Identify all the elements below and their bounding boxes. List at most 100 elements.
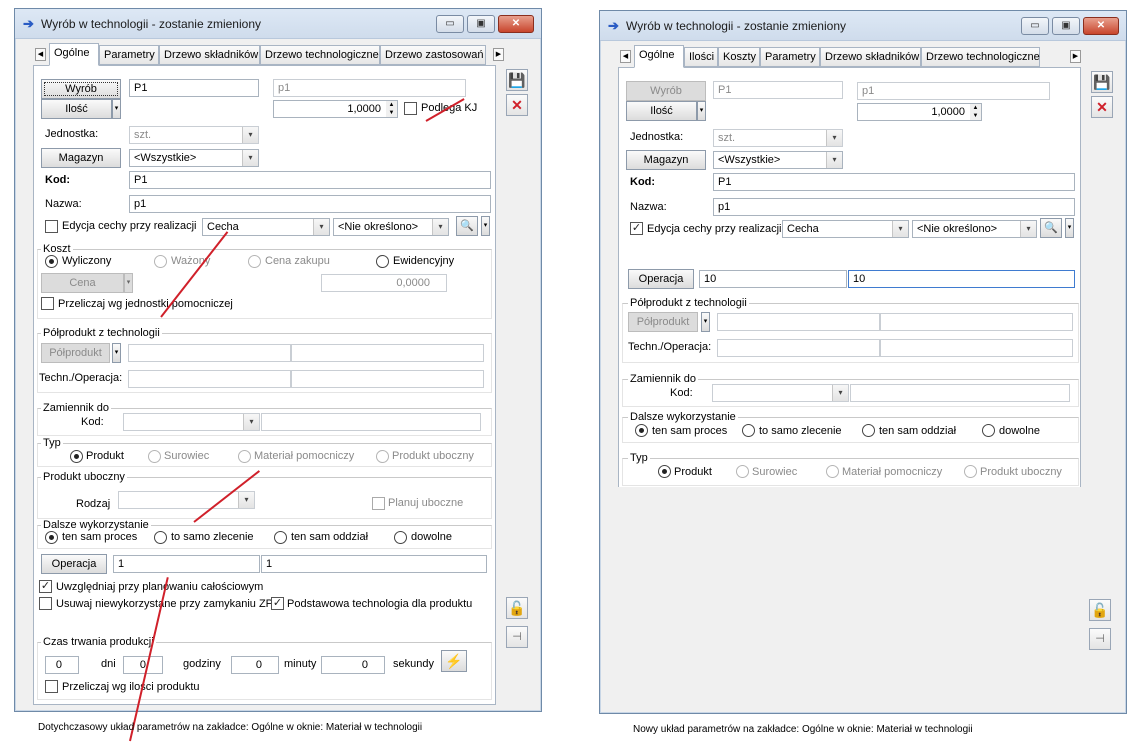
podstawowa-checkbox[interactable]: ✓ xyxy=(271,597,284,610)
magnifier-icon[interactable]: 🔍 xyxy=(456,216,478,236)
tab-ogolne[interactable]: Ogólne xyxy=(49,43,99,66)
radio-dowolne[interactable] xyxy=(394,531,407,544)
tab-scroll-left-icon[interactable]: ◀ xyxy=(620,50,631,63)
nie-okreslono-select[interactable]: <Nie określono> ▾ xyxy=(912,220,1037,238)
minimize-icon[interactable]: ▭ xyxy=(436,15,464,33)
tab-scroll-right-icon[interactable]: ▶ xyxy=(493,48,504,61)
czas-minuty-field[interactable]: 0 xyxy=(231,656,279,674)
tab-ogolne[interactable]: Ogólne xyxy=(634,45,684,68)
chevron-down-icon[interactable]: ▾ xyxy=(313,219,329,235)
pin-icon[interactable]: ⊣ xyxy=(1089,628,1111,650)
ilosc-value-field[interactable]: 1,0000 xyxy=(273,100,398,118)
tab-parametry[interactable]: Parametry xyxy=(99,45,159,65)
operacja-button[interactable]: Operacja xyxy=(41,554,107,574)
radio-wyliczony[interactable] xyxy=(45,255,58,268)
czas-sekundy-field[interactable]: 0 xyxy=(321,656,385,674)
uwzgledniaj-checkbox[interactable]: ✓ xyxy=(39,580,52,593)
radio-ten-sam-proces[interactable] xyxy=(45,531,58,544)
chevron-down-icon[interactable]: ▾ xyxy=(432,219,448,235)
chevron-down-icon: ▾ xyxy=(242,127,258,143)
magazyn-button[interactable]: Magazyn xyxy=(41,148,121,168)
tab-drzewo-zastosowan[interactable]: Drzewo zastosowań xyxy=(380,45,486,65)
operacja-field-1[interactable]: 10 xyxy=(699,270,847,288)
kod-field[interactable]: P1 xyxy=(713,173,1075,191)
wyrob-code-field[interactable]: P1 xyxy=(129,79,259,97)
tab-drzewo-skladnikow[interactable]: Drzewo składników xyxy=(159,45,260,65)
magazyn-select[interactable]: <Wszystkie> ▾ xyxy=(713,151,843,169)
lock-icon[interactable]: 🔓 xyxy=(506,597,528,619)
ilosc-button[interactable]: Ilość xyxy=(41,99,112,119)
cancel-x-icon[interactable]: ✕ xyxy=(506,94,528,116)
radio-dowolne[interactable] xyxy=(982,424,995,437)
wyrob-button[interactable]: Wyrób xyxy=(41,79,121,99)
radio-produkt[interactable] xyxy=(658,465,671,478)
tab-drzewo-skladnikow[interactable]: Drzewo składników xyxy=(820,47,921,67)
magnifier-split-chevron-down-icon[interactable]: ▾ xyxy=(1065,218,1074,238)
nazwa-field[interactable]: p1 xyxy=(713,198,1075,216)
radio-ewidencyjny[interactable] xyxy=(376,255,389,268)
chevron-down-icon[interactable]: ▾ xyxy=(892,221,908,237)
operacja-field-2[interactable]: 10 xyxy=(848,270,1075,288)
tab-parametry[interactable]: Parametry xyxy=(760,47,820,67)
tab-drzewo-technologiczne[interactable]: Drzewo technologiczne xyxy=(260,45,380,65)
operacja-button[interactable]: Operacja xyxy=(628,269,694,289)
przeliczaj-jednostki-checkbox[interactable] xyxy=(41,297,54,310)
cecha-select[interactable]: Cecha ▾ xyxy=(202,218,330,236)
maximize-icon[interactable]: ▣ xyxy=(467,15,495,33)
kod-label: Kod: xyxy=(630,176,656,188)
tab-drzewo-technologiczne[interactable]: Drzewo technologiczne xyxy=(921,47,1040,67)
czas-godziny-field[interactable]: 0 xyxy=(123,656,163,674)
nazwa-field[interactable]: p1 xyxy=(129,195,491,213)
tab-scroll-left-icon[interactable]: ◀ xyxy=(35,48,46,61)
close-icon[interactable]: ✕ xyxy=(1083,17,1119,35)
spin-icon[interactable]: ▲ ▼ xyxy=(970,104,981,120)
cancel-x-icon[interactable]: ✕ xyxy=(1091,96,1113,118)
minimize-icon[interactable]: ▭ xyxy=(1021,17,1049,35)
czas-godziny-label: godziny xyxy=(183,658,221,670)
radio-ten-sam-proces[interactable] xyxy=(635,424,648,437)
podstawowa-label: Podstawowa technologia dla produktu xyxy=(287,598,473,610)
radio-ten-sam-oddzial[interactable] xyxy=(862,424,875,437)
chevron-down-icon[interactable]: ▾ xyxy=(242,150,258,166)
magnifier-split-chevron-down-icon[interactable]: ▾ xyxy=(481,216,490,236)
radio-to-samo-zlecenie[interactable] xyxy=(742,424,755,437)
magnifier-icon[interactable]: 🔍 xyxy=(1040,218,1062,238)
operacja-field-2[interactable]: 1 xyxy=(261,555,487,573)
maximize-icon[interactable]: ▣ xyxy=(1052,17,1080,35)
save-icon[interactable]: 💾 xyxy=(506,69,528,91)
lightning-icon[interactable]: ⚡ xyxy=(441,650,467,672)
tab-ilosci[interactable]: Ilości xyxy=(684,47,718,67)
close-icon[interactable]: ✕ xyxy=(498,15,534,33)
polprodukt-field-1 xyxy=(717,313,880,331)
chevron-down-icon[interactable]: ▾ xyxy=(826,152,842,168)
kod-field[interactable]: P1 xyxy=(129,171,491,189)
radio-ten-sam-oddzial[interactable] xyxy=(274,531,287,544)
czas-dni-field[interactable]: 0 xyxy=(45,656,79,674)
ilosc-button[interactable]: Ilość xyxy=(626,101,697,121)
ilosc-value-field[interactable]: 1,0000 xyxy=(857,103,982,121)
ilosc-split-chevron-down-icon[interactable]: ▾ xyxy=(112,99,121,119)
edycja-cechy-checkbox[interactable] xyxy=(45,220,58,233)
spin-icon[interactable]: ▲ ▼ xyxy=(386,101,397,117)
usuwaj-checkbox[interactable] xyxy=(39,597,52,610)
cecha-select[interactable]: Cecha ▾ xyxy=(782,220,909,238)
operacja-field-1[interactable]: 1 xyxy=(113,555,260,573)
podlega-kj-checkbox[interactable] xyxy=(404,102,417,115)
magazyn-select[interactable]: <Wszystkie> ▾ xyxy=(129,149,259,167)
save-icon[interactable]: 💾 xyxy=(1091,71,1113,93)
magazyn-button[interactable]: Magazyn xyxy=(626,150,706,170)
pin-icon[interactable]: ⊣ xyxy=(506,626,528,648)
radio-to-samo-zlecenie[interactable] xyxy=(154,531,167,544)
tab-scroll-right-icon[interactable]: ▶ xyxy=(1070,50,1081,63)
nie-okreslono-select[interactable]: <Nie określono> ▾ xyxy=(333,218,449,236)
lock-icon[interactable]: 🔓 xyxy=(1089,599,1111,621)
ilosc-split-chevron-down-icon[interactable]: ▾ xyxy=(697,101,706,121)
edycja-cechy-checkbox[interactable]: ✓ xyxy=(630,222,643,235)
polprodukt-split-chevron-down-icon[interactable]: ▾ xyxy=(701,312,710,332)
chevron-down-icon[interactable]: ▾ xyxy=(1020,221,1036,237)
tab-koszty[interactable]: Koszty xyxy=(718,47,760,67)
radio-cena-zakupu-label: Cena zakupu xyxy=(265,255,330,267)
radio-produkt[interactable] xyxy=(70,450,83,463)
przeliczaj-ilosci-checkbox[interactable] xyxy=(45,680,58,693)
polprodukt-split-chevron-down-icon[interactable]: ▾ xyxy=(112,343,121,363)
